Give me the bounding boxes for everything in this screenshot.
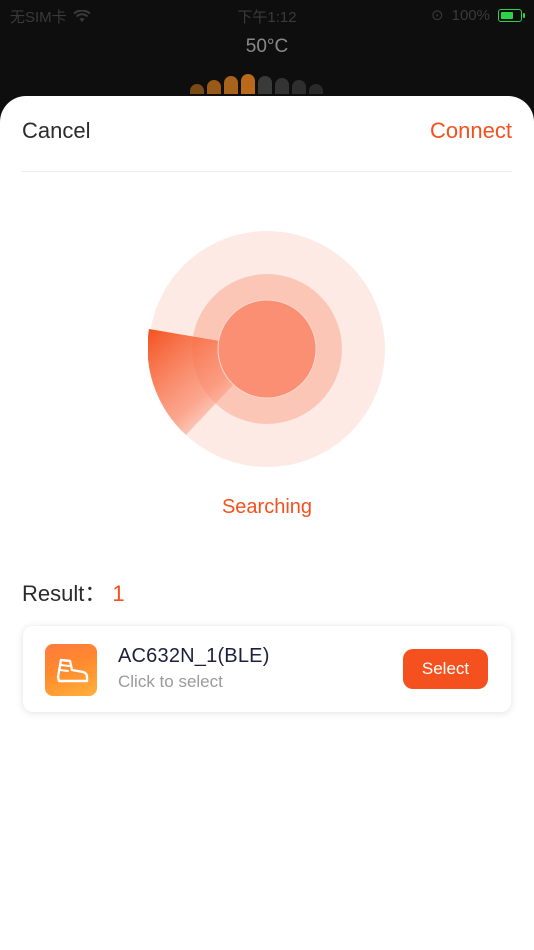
device-list-item[interactable]: AC632N_1(BLE) Click to select Select: [23, 626, 511, 712]
status-bar: 无SIM卡 下午1:12 ⊙ 100%: [0, 0, 534, 30]
device-name: AC632N_1(BLE): [118, 645, 270, 667]
cancel-button[interactable]: Cancel: [22, 118, 90, 144]
radar-scan-graphic: [148, 231, 385, 467]
result-count: 1: [112, 581, 125, 606]
battery-icon: [498, 8, 525, 22]
sheet-header: Cancel Connect: [22, 118, 512, 148]
temperature-dial: [190, 74, 323, 94]
battery-percent: 100%: [451, 6, 490, 24]
searching-status: Searching: [221, 496, 313, 518]
status-right: ⊙ 100%: [431, 6, 525, 24]
select-device-button[interactable]: Select: [403, 649, 488, 689]
device-hint: Click to select: [118, 672, 223, 691]
lock-rotation-icon: ⊙: [431, 7, 444, 24]
result-summary: Result： 1: [22, 576, 125, 608]
temperature-readout: 50°C: [245, 36, 289, 57]
device-connect-sheet: Cancel Connect Searching Result：1 AC632: [0, 96, 534, 950]
shoe-icon: [45, 644, 97, 696]
header-divider: [22, 171, 512, 172]
result-label: Result：: [22, 581, 107, 606]
connect-button[interactable]: Connect: [430, 118, 512, 144]
